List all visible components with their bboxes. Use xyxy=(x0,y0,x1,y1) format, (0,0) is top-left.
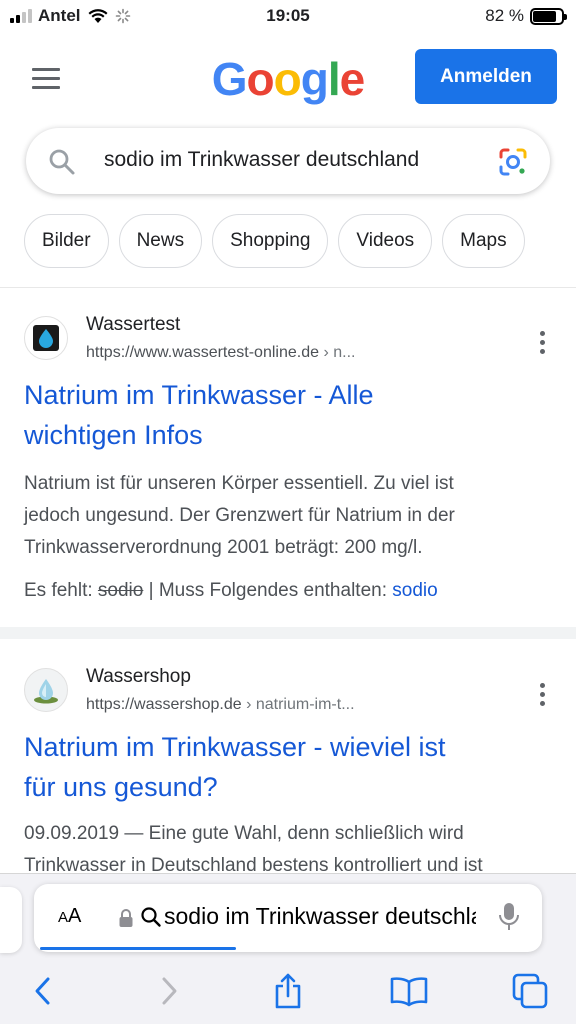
water-drop-icon xyxy=(33,325,59,351)
result-separator xyxy=(0,627,576,639)
site-name[interactable]: Wassershop xyxy=(86,666,191,688)
book-icon xyxy=(390,977,428,1007)
chip-shopping[interactable]: Shopping xyxy=(212,214,329,268)
search-icon[interactable] xyxy=(48,148,76,176)
chip-videos[interactable]: Videos xyxy=(338,214,433,268)
share-button[interactable] xyxy=(265,968,311,1014)
search-icon xyxy=(141,907,161,927)
forward-button[interactable] xyxy=(146,968,192,1014)
site-url[interactable]: https://www.wassertest-online.de › n... xyxy=(86,344,355,362)
result-title[interactable]: Natrium im Trinkwasser - wieviel ist für… xyxy=(24,727,544,807)
chip-maps[interactable]: Maps xyxy=(442,214,525,268)
address-text[interactable]: sodio im Trinkwasser deutschland xyxy=(164,903,476,930)
site-favicon[interactable] xyxy=(24,316,68,360)
bookmarks-button[interactable] xyxy=(386,968,432,1014)
search-result: Wassershop https://wassershop.de › natri… xyxy=(0,652,576,882)
site-name[interactable]: Wassertest xyxy=(86,314,180,336)
google-header: Google Anmelden xyxy=(0,34,576,120)
result-snippet: Natrium ist für unseren Körper essentiel… xyxy=(24,473,455,558)
more-options-icon[interactable] xyxy=(540,331,546,354)
tabs-button[interactable] xyxy=(507,968,553,1014)
back-button[interactable] xyxy=(20,968,66,1014)
site-favicon[interactable] xyxy=(24,668,68,712)
water-drop-icon xyxy=(34,679,58,704)
safari-toolbar xyxy=(0,968,576,1014)
address-bar[interactable]: AA sodio im Trinkwasser deutschland xyxy=(34,884,542,952)
site-url[interactable]: https://wassershop.de › natrium-im-t... xyxy=(86,696,355,714)
must-include-link[interactable]: sodio xyxy=(392,580,437,601)
chip-images[interactable]: Bilder xyxy=(24,214,109,268)
google-lens-icon[interactable] xyxy=(498,147,528,177)
search-query[interactable]: sodio im Trinkwasser deutschland xyxy=(104,148,419,172)
more-options-icon[interactable] xyxy=(540,683,546,706)
share-icon xyxy=(275,973,301,1009)
status-right: 82 % xyxy=(485,6,567,26)
tabs-icon xyxy=(512,973,548,1009)
status-bar: Antel 19:05 82 % xyxy=(0,0,576,34)
chevron-left-icon xyxy=(35,977,50,1005)
previous-tab-edge[interactable] xyxy=(0,887,22,953)
text-size-button[interactable]: AA xyxy=(58,905,81,928)
battery-level xyxy=(533,10,556,22)
result-title[interactable]: Natrium im Trinkwasser - Alle wichtigen … xyxy=(24,375,544,455)
divider xyxy=(0,287,576,288)
search-result: Wassertest https://www.wassertest-online… xyxy=(0,300,576,620)
search-box[interactable]: sodio im Trinkwasser deutschland xyxy=(26,128,550,194)
battery-icon xyxy=(530,7,567,25)
lock-icon xyxy=(119,909,133,927)
missing-terms: Es fehlt: sodio | Muss Folgendes enthalt… xyxy=(24,580,438,601)
battery-percent: 82 % xyxy=(485,6,524,25)
search-filter-chips: Bilder News Shopping Videos Maps xyxy=(24,214,525,268)
chevron-right-icon xyxy=(162,977,177,1005)
microphone-icon[interactable] xyxy=(498,901,520,933)
chip-news[interactable]: News xyxy=(118,214,203,268)
page-load-progress xyxy=(40,947,236,950)
struck-term: sodio xyxy=(97,580,144,601)
signin-button[interactable]: Anmelden xyxy=(415,49,557,104)
